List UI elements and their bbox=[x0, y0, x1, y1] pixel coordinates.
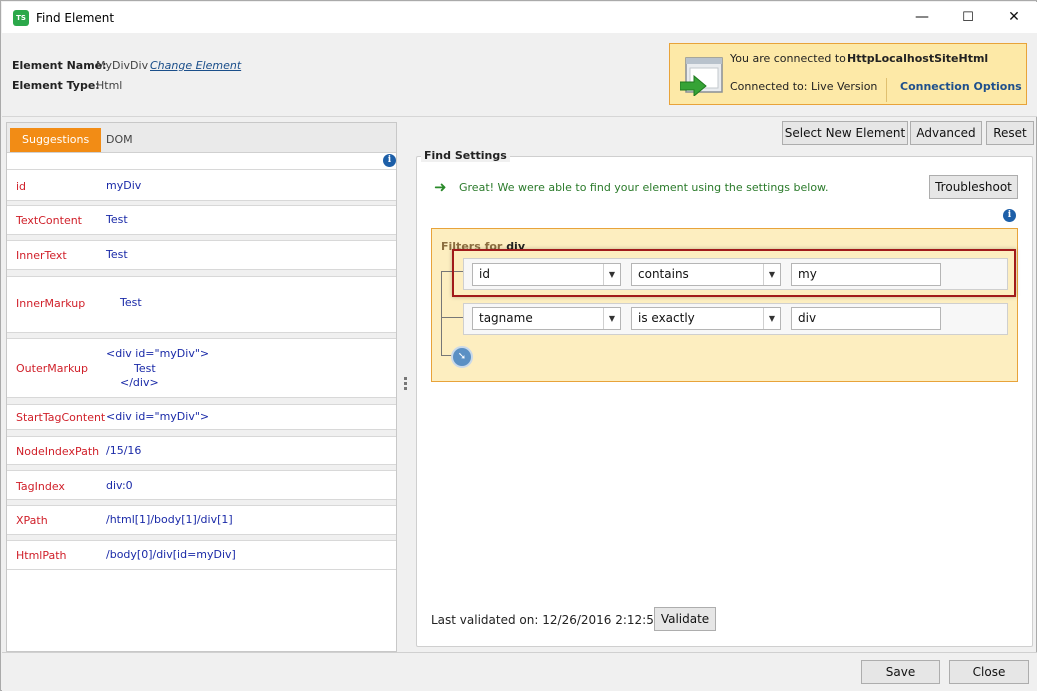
connected-site-name: HttpLocalhostSiteHtml bbox=[847, 52, 989, 65]
property-value: /15/16 bbox=[106, 444, 142, 457]
chevron-down-icon: ▼ bbox=[763, 308, 780, 329]
property-name: id bbox=[16, 180, 27, 193]
title-bar: TS Find Element — ☐ ✕ bbox=[2, 2, 1037, 33]
success-message: Great! We were able to find your element… bbox=[459, 181, 829, 194]
panel-splitter-handle[interactable] bbox=[404, 377, 408, 393]
property-value: /body[0]/div[id=myDiv] bbox=[106, 548, 236, 561]
info-icon[interactable]: i bbox=[383, 154, 396, 167]
dialog-footer: Save Close bbox=[2, 652, 1037, 691]
advanced-button[interactable]: Advanced bbox=[910, 121, 982, 145]
property-name: OuterMarkup bbox=[16, 362, 88, 375]
filters-info-icon[interactable]: i bbox=[1003, 209, 1016, 222]
property-row-textcontent[interactable]: TextContent Test bbox=[7, 205, 396, 235]
property-value: /html[1]/body[1]/div[1] bbox=[106, 513, 233, 526]
property-row-nodeindexpath[interactable]: NodeIndexPath /15/16 bbox=[7, 436, 396, 465]
close-button[interactable]: Close bbox=[949, 660, 1029, 684]
minimize-button[interactable]: — bbox=[899, 2, 945, 33]
success-arrow-icon: ➜ bbox=[434, 178, 447, 196]
property-row-innertext[interactable]: InnerText Test bbox=[7, 240, 396, 270]
connected-prefix: You are connected to bbox=[730, 52, 846, 65]
element-name-label: Element Name: bbox=[12, 59, 107, 72]
tab-suggestions[interactable]: Suggestions bbox=[10, 128, 102, 152]
connected-version: Live Version bbox=[811, 80, 878, 93]
property-name: NodeIndexPath bbox=[16, 445, 100, 458]
property-row-starttagcontent[interactable]: StartTagContent <div id="myDiv"> bbox=[7, 404, 396, 430]
property-value: div:0 bbox=[106, 479, 133, 492]
reset-button[interactable]: Reset bbox=[986, 121, 1034, 145]
property-row-id[interactable]: id myDiv bbox=[7, 169, 396, 201]
filter-attribute-dropdown[interactable]: tagname ▼ bbox=[472, 307, 621, 330]
find-settings-legend: Find Settings bbox=[421, 149, 510, 162]
filter-value-input[interactable]: div bbox=[791, 307, 941, 330]
close-window-button[interactable]: ✕ bbox=[991, 2, 1037, 33]
property-name: XPath bbox=[16, 514, 48, 527]
element-type-label: Element Type: bbox=[12, 79, 100, 92]
property-value: <div id="myDiv"> Test </div> bbox=[106, 347, 210, 389]
property-name: TagIndex bbox=[16, 480, 65, 493]
property-name: TextContent bbox=[16, 214, 82, 227]
property-row-tagindex[interactable]: TagIndex div:0 bbox=[7, 470, 396, 500]
select-new-element-button[interactable]: Select New Element bbox=[782, 121, 908, 145]
filter-tree-branch bbox=[441, 317, 463, 318]
maximize-button[interactable]: ☐ bbox=[945, 2, 991, 33]
property-row-xpath[interactable]: XPath /html[1]/body[1]/div[1] bbox=[7, 505, 396, 535]
chevron-down-icon: ▼ bbox=[603, 308, 620, 329]
property-value: <div id="myDiv"> bbox=[106, 410, 210, 423]
window-title: Find Element bbox=[36, 11, 115, 25]
connection-panel: You are connected to HttpLocalhostSiteHt… bbox=[669, 43, 1027, 105]
property-name: InnerMarkup bbox=[16, 297, 86, 310]
filter-highlight-box bbox=[452, 249, 1016, 297]
connection-divider bbox=[886, 78, 887, 102]
properties-panel: Suggestions DOM i id myDiv TextContent T… bbox=[6, 122, 397, 652]
property-row-innermarkup[interactable]: InnerMarkup Test bbox=[7, 276, 396, 333]
connected-to-label: Connected to: bbox=[730, 80, 808, 93]
element-type-value: Html bbox=[96, 79, 123, 92]
troubleshoot-button[interactable]: Troubleshoot bbox=[929, 175, 1018, 199]
element-header: Element Name: MyDivDiv Change Element El… bbox=[2, 33, 1037, 117]
filter-tree-line bbox=[441, 271, 442, 355]
connection-icon bbox=[680, 57, 723, 96]
filter-operator-value: is exactly bbox=[638, 311, 695, 325]
property-value: Test bbox=[106, 248, 128, 261]
element-name-value: MyDivDiv bbox=[96, 59, 149, 72]
add-filter-icon[interactable]: ➘ bbox=[451, 346, 473, 368]
property-name: StartTagContent bbox=[16, 411, 106, 424]
find-element-window: TS Find Element — ☐ ✕ Element Name: MyDi… bbox=[0, 0, 1037, 691]
connection-options-link[interactable]: Connection Options bbox=[900, 80, 1022, 93]
property-value: myDiv bbox=[106, 179, 142, 192]
property-name: HtmlPath bbox=[16, 549, 67, 562]
property-value: Test bbox=[106, 213, 128, 226]
validate-button[interactable]: Validate bbox=[654, 607, 716, 631]
filter-operator-dropdown[interactable]: is exactly ▼ bbox=[631, 307, 781, 330]
properties-tab-bar: Suggestions DOM bbox=[7, 123, 396, 153]
last-validated-label: Last validated on: bbox=[431, 613, 539, 627]
property-row-htmlpath[interactable]: HtmlPath /body[0]/div[id=myDiv] bbox=[7, 540, 396, 570]
filter-attribute-value: tagname bbox=[479, 311, 533, 325]
save-button[interactable]: Save bbox=[861, 660, 940, 684]
property-row-outermarkup[interactable]: OuterMarkup <div id="myDiv"> Test </div> bbox=[7, 338, 396, 398]
app-icon: TS bbox=[13, 10, 29, 26]
tab-dom[interactable]: DOM bbox=[94, 128, 145, 152]
last-validated: Last validated on: 12/26/2016 2:12:51 PM bbox=[431, 613, 683, 627]
property-value: Test bbox=[106, 296, 142, 309]
property-name: InnerText bbox=[16, 249, 67, 262]
change-element-link[interactable]: Change Element bbox=[150, 59, 241, 72]
